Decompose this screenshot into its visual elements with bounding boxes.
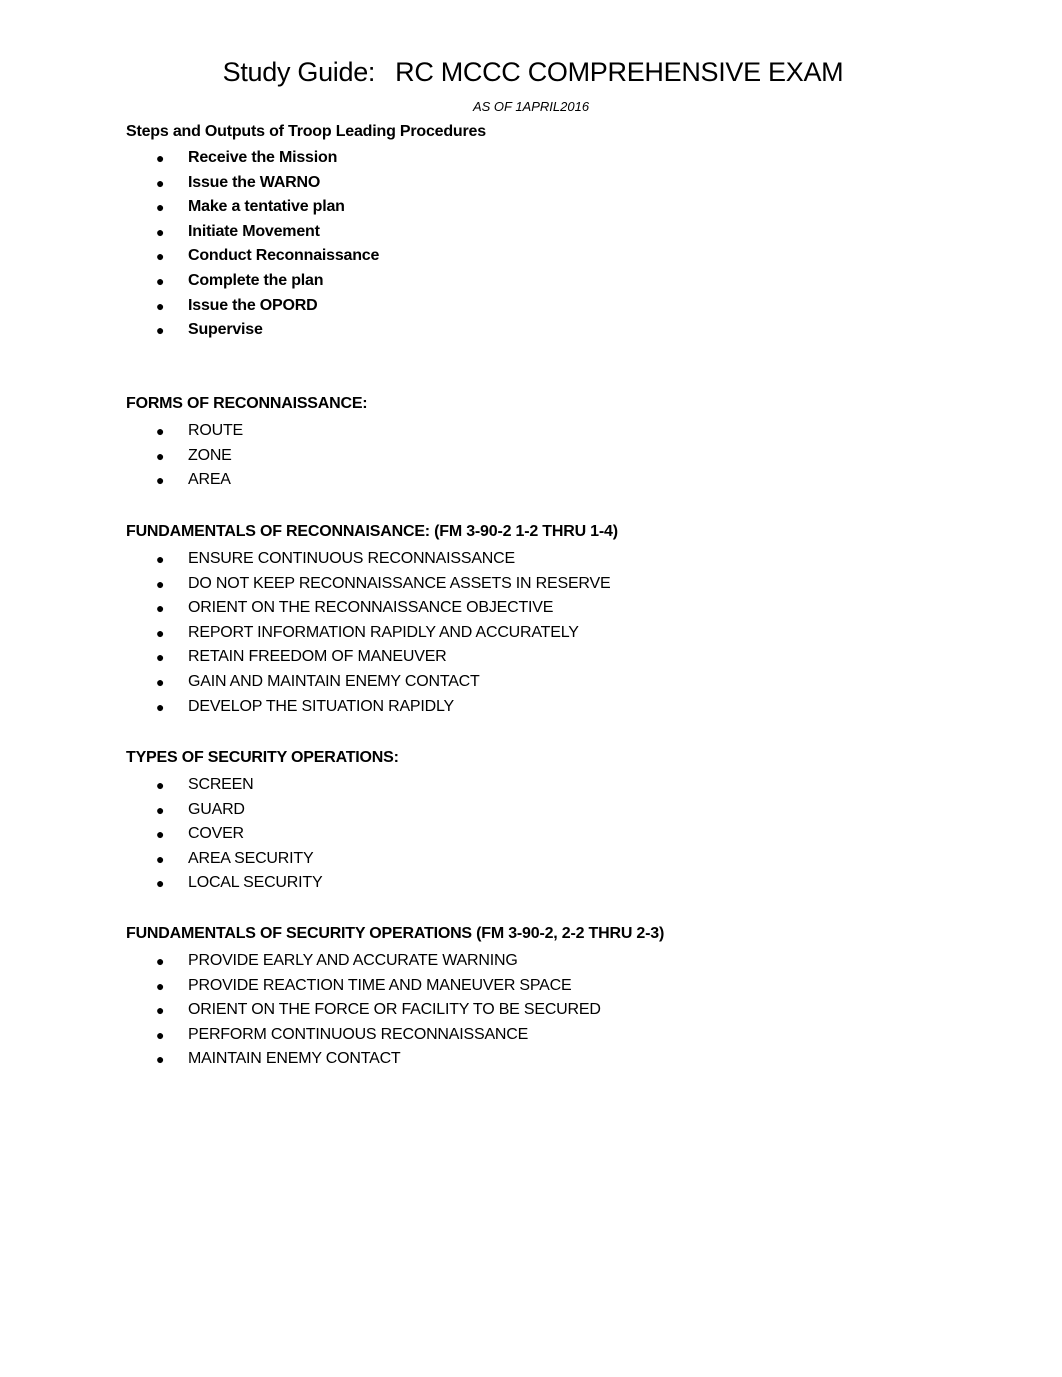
bullet-icon: ● [156, 777, 165, 793]
section-fundamentals-of-security-operations: FUNDAMENTALS OF SECURITY OPERATIONS (FM … [126, 922, 664, 1072]
bullet-icon: ● [156, 850, 165, 867]
bullet-icon: ● [156, 600, 165, 617]
title-right: RC MCCC COMPREHENSIVE EXAM [395, 57, 844, 87]
list-item: ● PROVIDE EARLY AND ACCURATE WARNING [126, 949, 664, 974]
list-item: ● DO NOT KEEP RECONNAISSANCE ASSETS IN RE… [126, 572, 618, 597]
bullet-icon: ● [156, 875, 165, 892]
bullet-list: ● SCREEN ● GUARD ● COVER ● AREA SECURITY ● LO… [126, 773, 399, 896]
document-title: Study Guide: RC MCCC COMPREHENSIVE EXAM [0, 57, 1062, 88]
bullet-icon: ● [156, 801, 165, 818]
bullet-icon: ● [156, 248, 165, 265]
list-item: ● ORIENT ON THE RECONNAISSANCE OBJECTIVE [126, 596, 618, 621]
section-heading: FUNDAMENTALS OF SECURITY OPERATIONS (FM … [126, 922, 664, 952]
section-forms-of-reconnaissance: FORMS OF RECONNAISSANCE: ● ROUTE ● ZONE ● A… [126, 392, 368, 493]
bullet-icon: ● [156, 223, 165, 240]
bullet-icon: ● [156, 447, 165, 464]
list-item: ● PROVIDE REACTION TIME AND MANEUVER SPAC… [126, 974, 664, 999]
list-item: ● Issue the WARNO [126, 171, 486, 196]
list-item: ● Receive the Mission [126, 146, 486, 171]
bullet-icon: ● [156, 199, 165, 216]
list-item: ● LOCAL SECURITY [126, 871, 399, 896]
bullet-icon: ● [156, 977, 165, 994]
list-item: ● Issue the OPORD [126, 294, 486, 319]
bullet-icon: ● [156, 272, 165, 289]
bullet-icon: ● [156, 826, 165, 843]
list-item: ● Initiate Movement [126, 220, 486, 245]
list-item: ● Complete the plan [126, 269, 486, 294]
list-item: ● SCREEN [126, 773, 399, 798]
list-item: ● Conduct Reconnaissance [126, 244, 486, 269]
list-item: ● ORIENT ON THE FORCE OR FACILITY TO BE S… [126, 998, 664, 1023]
bullet-icon: ● [156, 423, 165, 439]
bullet-icon: ● [156, 953, 165, 969]
bullet-list: ● ROUTE ● ZONE ● AREA [126, 419, 367, 493]
list-item: ● PERFORM CONTINUOUS RECONNAISSANCE [126, 1023, 664, 1048]
section-troop-leading-procedures: Steps and Outputs of Troop Leading Proce… [126, 120, 486, 343]
bullet-icon: ● [156, 624, 165, 641]
section-heading: Steps and Outputs of Troop Leading Proce… [126, 120, 486, 150]
section-heading: FORMS OF RECONNAISSANCE: [126, 392, 368, 422]
list-item: ● ROUTE [126, 419, 367, 444]
list-item: ● Make a tentative plan [126, 195, 486, 220]
bullet-icon: ● [156, 1026, 165, 1043]
list-item: ● ENSURE CONTINUOUS RECONNAISSANCE [126, 547, 618, 572]
section-types-of-security-operations: TYPES OF SECURITY OPERATIONS: ● SCREEN ● G… [126, 746, 399, 896]
bullet-icon: ● [156, 174, 165, 191]
list-item: ● AREA SECURITY [126, 847, 399, 872]
list-item: ● ZONE [126, 444, 367, 469]
list-item: ● AREA [126, 468, 367, 493]
bullet-icon: ● [156, 575, 165, 592]
bullet-icon: ● [156, 698, 165, 715]
bullet-icon: ● [156, 150, 165, 166]
title-left: Study Guide: [222, 57, 376, 87]
section-heading: TYPES OF SECURITY OPERATIONS: [126, 746, 399, 776]
list-item: ● DEVELOP THE SITUATION RAPIDLY [126, 695, 618, 720]
list-item: ● COVER [126, 822, 399, 847]
bullet-icon: ● [156, 297, 165, 314]
section-heading: FUNDAMENTALS OF RECONNAISANCE: (FM 3-90-… [126, 520, 618, 550]
list-item: ● Supervise [126, 318, 486, 343]
bullet-icon: ● [156, 649, 165, 666]
bullet-icon: ● [156, 472, 165, 489]
list-item: ● GAIN AND MAINTAIN ENEMY CONTACT [126, 670, 618, 695]
bullet-icon: ● [156, 322, 165, 339]
list-item: ● RETAIN FREEDOM OF MANEUVER [126, 645, 618, 670]
document-subtitle: AS OF 1APRIL2016 [472, 99, 590, 114]
bullet-list: ● PROVIDE EARLY AND ACCURATE WARNING ● PRO… [126, 949, 664, 1072]
bullet-icon: ● [156, 673, 165, 690]
list-item: ● MAINTAIN ENEMY CONTACT [126, 1047, 664, 1072]
section-fundamentals-of-reconnaissance: FUNDAMENTALS OF RECONNAISANCE: (FM 3-90-… [126, 520, 618, 719]
bullet-icon: ● [156, 1002, 165, 1019]
list-item: ● REPORT INFORMATION RAPIDLY AND ACCURATE… [126, 621, 618, 646]
bullet-icon: ● [156, 1051, 165, 1068]
bullet-list: ● ENSURE CONTINUOUS RECONNAISSANCE ● DO NO… [126, 547, 618, 719]
list-item: ● GUARD [126, 798, 399, 823]
bullet-icon: ● [156, 551, 165, 567]
bullet-list: ● Receive the Mission ● Issue the WARNO ● M… [126, 146, 486, 343]
